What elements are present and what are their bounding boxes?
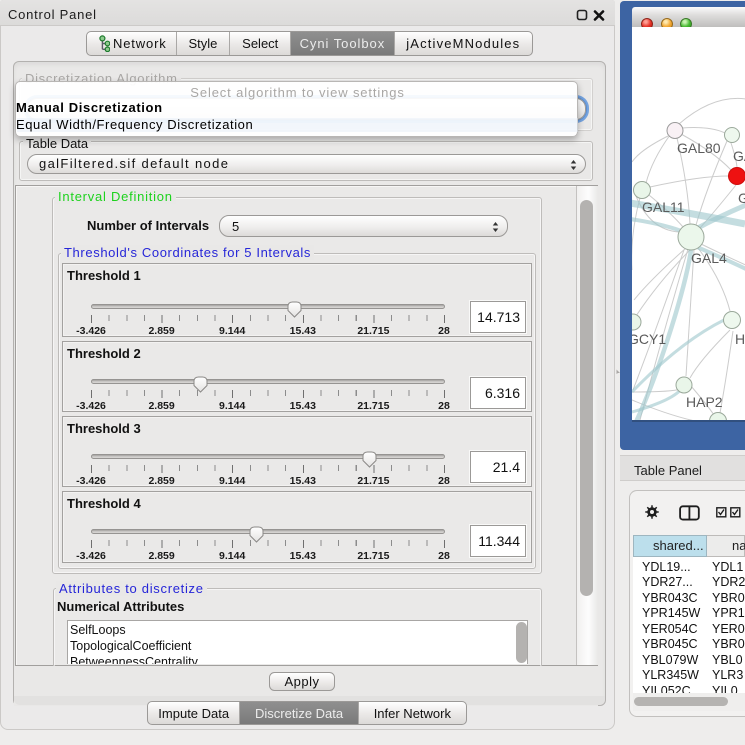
svg-text:GAL80: GAL80 xyxy=(677,140,721,156)
svg-text:G: G xyxy=(738,190,745,206)
svg-text:GAL4: GAL4 xyxy=(691,250,727,266)
svg-text:GAL11: GAL11 xyxy=(642,199,685,215)
svg-text:H: H xyxy=(735,331,745,347)
svg-text:HAP2: HAP2 xyxy=(686,394,723,410)
svg-text:GA: GA xyxy=(733,148,745,164)
svg-text:GCY1: GCY1 xyxy=(632,331,666,347)
